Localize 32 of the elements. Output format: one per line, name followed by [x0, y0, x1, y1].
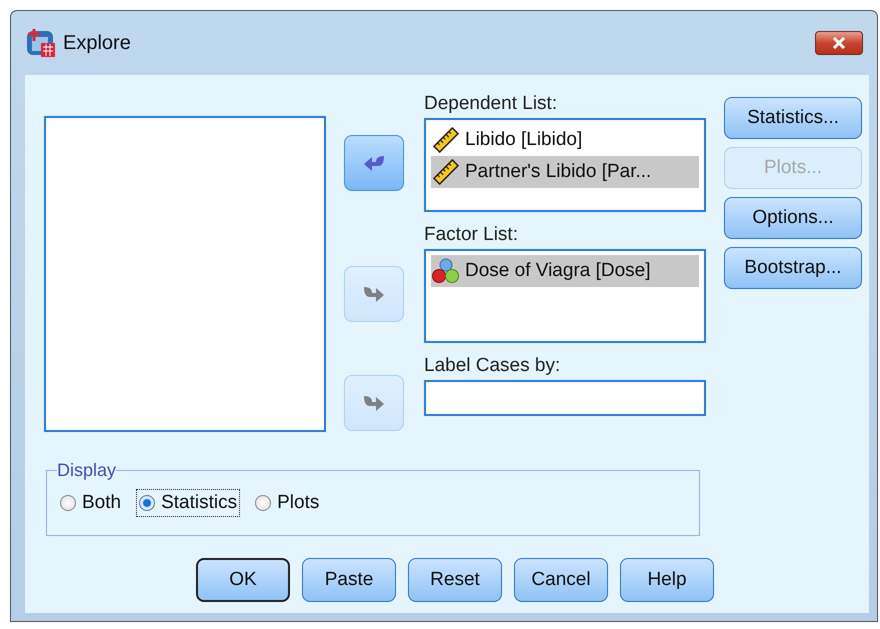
variable-list[interactable]: Libido [Libido] Partner's Libido [Par...	[424, 118, 706, 212]
list-item[interactable]: Dose of Viagra [Dose]	[431, 255, 699, 287]
list-item[interactable]: Libido [Libido]	[431, 124, 699, 156]
list-label: Dependent List:	[424, 93, 558, 115]
radio-option[interactable]: Both	[57, 489, 124, 517]
list-label: Factor List:	[424, 224, 519, 246]
input-field[interactable]	[424, 380, 706, 416]
app-icon	[25, 27, 57, 59]
arrow-right-icon	[362, 394, 386, 412]
group-title: Display	[57, 460, 116, 481]
arrow-left-icon	[362, 154, 386, 172]
dialog-button[interactable]: Help	[620, 558, 714, 602]
dialog-button[interactable]: Cancel	[514, 558, 608, 602]
close-button[interactable]	[815, 31, 863, 55]
list-item[interactable]: Partner's Libido [Par...	[431, 156, 699, 188]
variable-list[interactable]: Dose of Viagra [Dose]	[424, 249, 706, 343]
dialog-button[interactable]: Paste	[302, 558, 396, 602]
dialog-button[interactable]: OK	[196, 558, 290, 602]
window-title: Explore	[63, 32, 131, 54]
dialog-button[interactable]: Bootstrap...	[724, 247, 862, 289]
move-button[interactable]	[344, 134, 404, 190]
variable-list[interactable]	[44, 116, 326, 432]
dialog-button[interactable]: Options...	[724, 197, 862, 239]
radio-option[interactable]: Statistics	[136, 489, 240, 517]
radio-option[interactable]: Plots	[252, 489, 322, 517]
dialog-button[interactable]: Statistics...	[724, 97, 862, 139]
field-label: Label Cases by:	[424, 355, 562, 377]
close-icon	[832, 37, 846, 49]
circles-icon	[431, 258, 461, 284]
arrow-right-icon	[362, 284, 386, 302]
ruler-icon	[431, 159, 461, 185]
dialog-button[interactable]: Reset	[408, 558, 502, 602]
